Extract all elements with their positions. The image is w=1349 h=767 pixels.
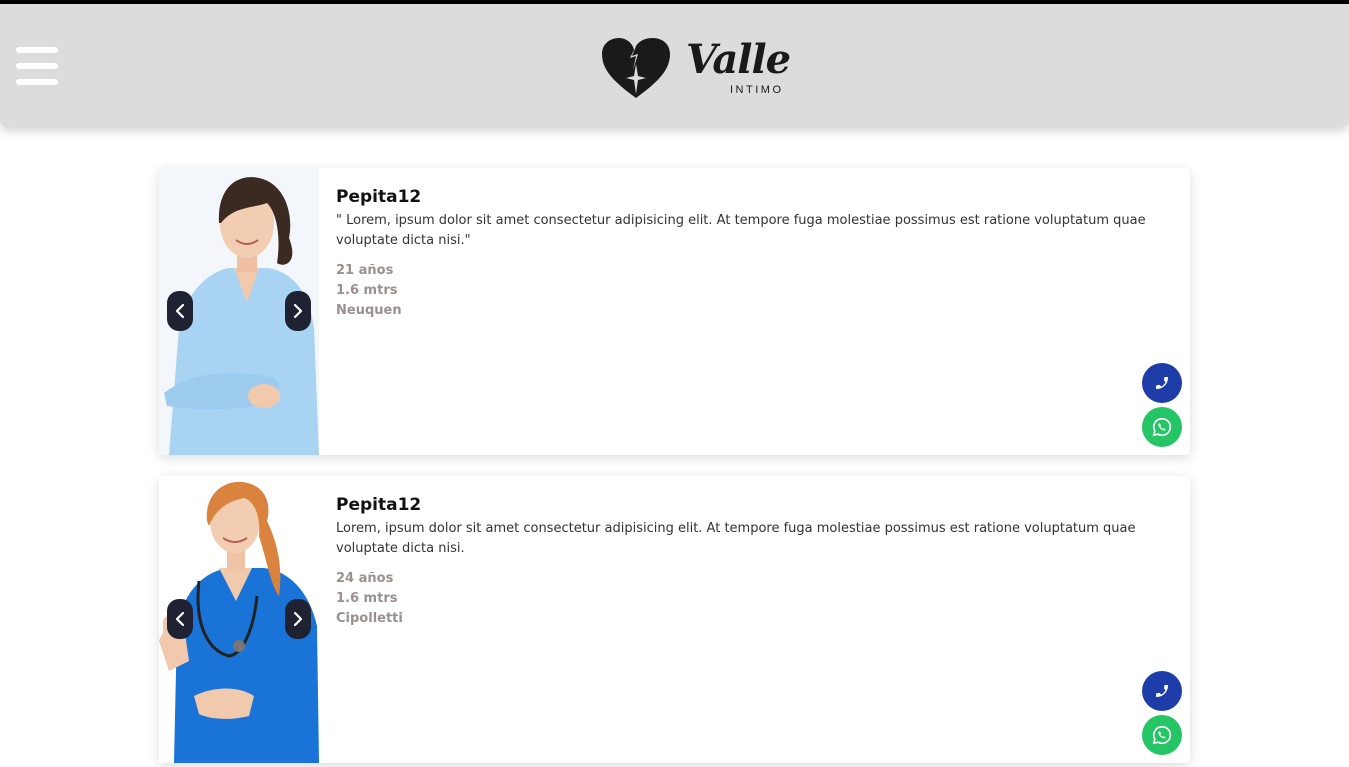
profile-photo (159, 476, 319, 763)
profile-age: 21 años (336, 263, 394, 278)
profile-name[interactable]: Pepita12 (336, 187, 1171, 207)
logo-wordmark: Valle (686, 36, 791, 83)
call-button[interactable] (1142, 363, 1182, 403)
logo-subtitle: INTIMO (730, 84, 784, 96)
whatsapp-button[interactable] (1142, 715, 1182, 755)
profile-height: 1.6 mtrs (336, 283, 398, 298)
profile-name[interactable]: Pepita12 (336, 495, 1171, 515)
chevron-right-icon (293, 611, 303, 627)
carousel-prev-button[interactable] (167, 599, 193, 639)
profile-description: " Lorem, ipsum dolor sit amet consectetu… (336, 213, 1146, 248)
call-button[interactable] (1142, 671, 1182, 711)
menu-icon[interactable] (16, 47, 58, 85)
whatsapp-button[interactable] (1142, 407, 1182, 447)
phone-icon (1156, 685, 1168, 697)
chevron-left-icon (175, 303, 185, 319)
whatsapp-icon (1152, 417, 1172, 437)
chevron-left-icon (175, 611, 185, 627)
profile-city: Neuquen (336, 303, 402, 318)
profile-city: Cipolletti (336, 611, 403, 626)
profile-age: 24 años (336, 571, 394, 586)
carousel-next-button[interactable] (285, 291, 311, 331)
profile-card: Pepita12 Lorem, ipsum dolor sit amet con… (159, 476, 1190, 763)
profile-info: Pepita12 " Lorem, ipsum dolor sit amet c… (336, 187, 1171, 321)
chevron-right-icon (293, 303, 303, 319)
phone-icon (1156, 377, 1168, 389)
heart-logo-icon (602, 38, 670, 98)
site-logo[interactable]: Valle INTIMO (600, 34, 800, 104)
profile-photo (159, 168, 319, 455)
profile-card: Pepita12 " Lorem, ipsum dolor sit amet c… (159, 168, 1190, 455)
whatsapp-icon (1152, 725, 1172, 745)
profile-info: Pepita12 Lorem, ipsum dolor sit amet con… (336, 495, 1171, 629)
site-header: Valle INTIMO (0, 4, 1349, 127)
carousel-next-button[interactable] (285, 599, 311, 639)
profile-height: 1.6 mtrs (336, 591, 398, 606)
profile-description: Lorem, ipsum dolor sit amet consectetur … (336, 521, 1136, 556)
carousel-prev-button[interactable] (167, 291, 193, 331)
